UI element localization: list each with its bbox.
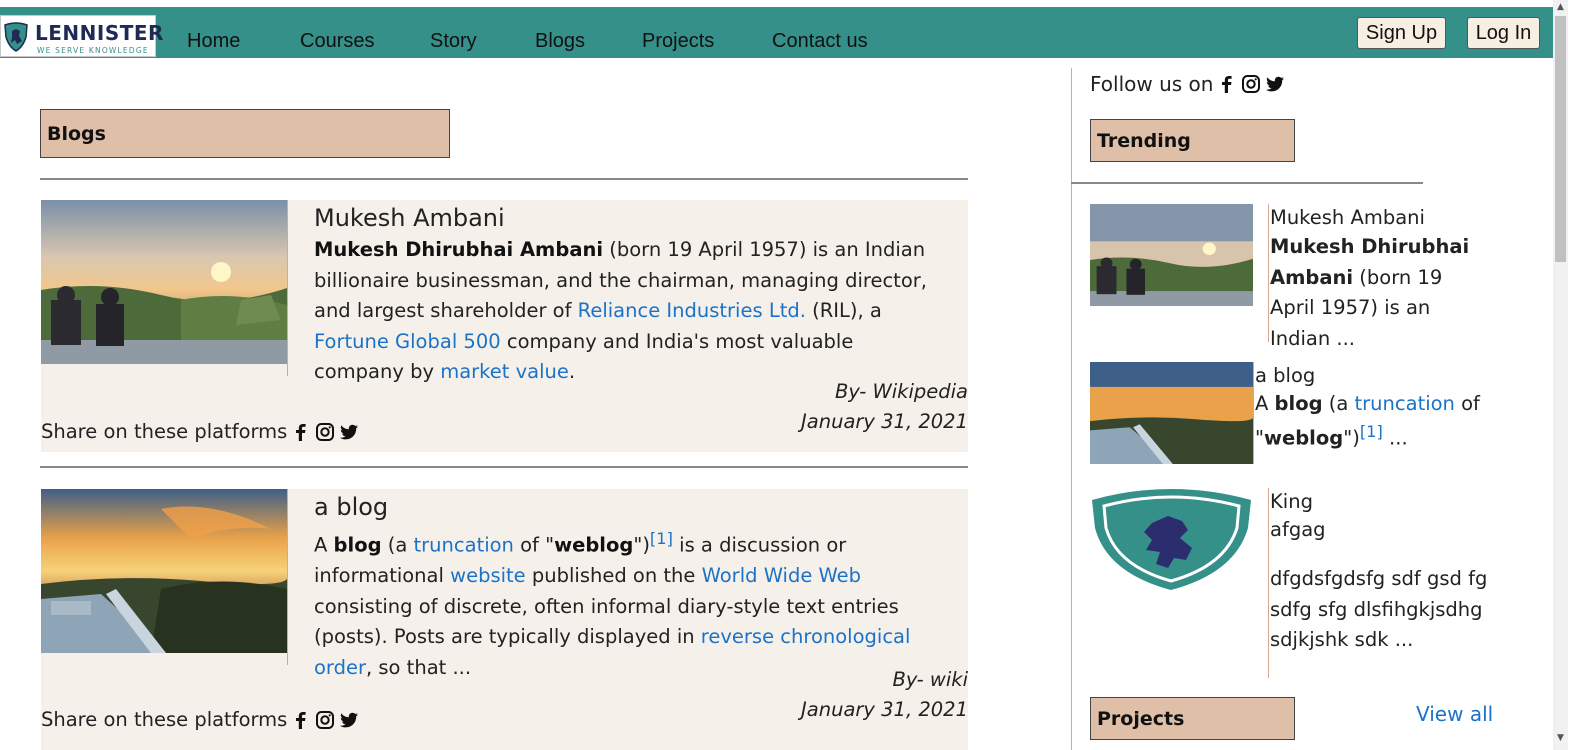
trending-text: ... xyxy=(1382,426,1408,450)
share-row: Share on these platforms xyxy=(41,420,359,443)
divider xyxy=(40,466,968,468)
trending-divider xyxy=(1268,488,1269,678)
nav-courses[interactable]: Courses xyxy=(300,30,374,53)
nav-blogs[interactable]: Blogs xyxy=(535,30,585,53)
facebook-icon[interactable] xyxy=(291,710,311,730)
blog-card: Mukesh Ambani Mukesh Dhirubhai Ambani (b… xyxy=(41,200,968,452)
blog-card: a blog A blog (a truncation of "weblog")… xyxy=(41,489,968,750)
blog-author: By- wiki xyxy=(892,668,968,691)
link-truncation[interactable]: truncation xyxy=(1355,392,1455,415)
log-in-button[interactable]: Log In xyxy=(1467,17,1540,49)
scroll-up-icon[interactable]: ▲ xyxy=(1553,0,1568,15)
trending-subtitle: afgag xyxy=(1270,518,1326,541)
instagram-icon[interactable] xyxy=(315,710,335,730)
sidebar-divider xyxy=(1071,182,1423,184)
facebook-icon[interactable] xyxy=(291,422,311,442)
trending-title[interactable]: King xyxy=(1270,488,1490,516)
trending-image[interactable] xyxy=(1090,362,1253,464)
nav-projects[interactable]: Projects xyxy=(642,30,714,53)
logo-text: LENNISTER xyxy=(35,21,164,45)
link-website[interactable]: website xyxy=(450,564,526,587)
share-row: Share on these platforms xyxy=(41,708,359,731)
blog-date: January 31, 2021 xyxy=(801,410,968,433)
excerpt-bold: weblog xyxy=(554,533,634,557)
link-market-value[interactable]: market value xyxy=(440,360,569,383)
share-label: Share on these platforms xyxy=(41,708,288,731)
excerpt-text: A xyxy=(314,533,334,557)
trending-text: ") xyxy=(1343,426,1360,450)
blog-title[interactable]: a blog xyxy=(314,493,388,521)
trending-title[interactable]: Mukesh Ambani xyxy=(1270,204,1490,232)
scroll-down-icon[interactable]: ▼ xyxy=(1553,731,1568,746)
sidebar-border xyxy=(1071,68,1072,750)
logo[interactable]: LENNISTER WE SERVE KNOWLEDGE xyxy=(0,15,163,57)
excerpt-text: published on the xyxy=(525,564,702,588)
link-truncation[interactable]: truncation xyxy=(414,534,514,557)
blog-title[interactable]: Mukesh Ambani xyxy=(314,204,505,232)
excerpt-text: , so that ... xyxy=(366,655,472,679)
blogs-heading: Blogs xyxy=(40,109,450,158)
trending-bold: blog xyxy=(1274,392,1323,415)
blog-image[interactable] xyxy=(41,200,287,364)
facebook-icon[interactable] xyxy=(1217,74,1237,94)
excerpt-bold: blog xyxy=(333,533,382,557)
shield-lion-icon xyxy=(1092,489,1251,590)
blog-excerpt: Mukesh Dhirubhai Ambani (born 19 April 1… xyxy=(314,235,939,388)
trending-text: A xyxy=(1255,392,1275,415)
trending-excerpt: Mukesh Dhirubhai Ambani (born 19 April 1… xyxy=(1270,232,1490,354)
divider xyxy=(40,178,968,180)
trending-heading: Trending xyxy=(1090,119,1295,162)
trending-image[interactable] xyxy=(1090,488,1253,592)
trending-text: dfgdsfgdsfg sdf gsd fg sdfg sfg dlsfihgk… xyxy=(1270,567,1488,652)
blog-excerpt: A blog (a truncation of "weblog")[1] is … xyxy=(314,524,939,683)
footnote-link[interactable]: [1] xyxy=(1360,422,1383,441)
trending-item[interactable]: King afgag dfgdsfgdsfg sdf gsd fg sdfg s… xyxy=(1270,488,1490,656)
twitter-icon[interactable] xyxy=(1265,74,1285,94)
excerpt-text: (RIL), a xyxy=(805,299,882,323)
blog-date: January 31, 2021 xyxy=(801,698,968,721)
sign-up-button[interactable]: Sign Up xyxy=(1357,17,1446,49)
follow-label: Follow us on xyxy=(1090,72,1214,96)
scrollbar-thumb[interactable] xyxy=(1555,16,1566,262)
share-label: Share on these platforms xyxy=(41,420,288,443)
follow-us-row: Follow us on xyxy=(1090,72,1285,96)
trending-image[interactable] xyxy=(1090,204,1253,306)
trending-bold: weblog xyxy=(1263,426,1344,450)
trending-excerpt: A blog (a truncation of "weblog")[1] ... xyxy=(1255,390,1495,453)
footnote-link[interactable]: [1] xyxy=(650,529,673,548)
excerpt-text: (a xyxy=(381,533,414,557)
link-fortune-global-500[interactable]: Fortune Global 500 xyxy=(314,330,501,353)
excerpt-text: ") xyxy=(633,533,650,557)
excerpt-text: . xyxy=(568,360,576,384)
excerpt-text: of " xyxy=(513,533,555,557)
nav-home[interactable]: Home xyxy=(187,30,240,53)
view-all-link[interactable]: View all xyxy=(1416,702,1493,726)
card-divider xyxy=(287,489,288,665)
blog-author: By- Wikipedia xyxy=(835,380,968,403)
card-divider xyxy=(287,200,288,376)
link-reliance[interactable]: Reliance Industries Ltd. xyxy=(578,299,806,322)
logo-tagline: WE SERVE KNOWLEDGE xyxy=(37,46,149,55)
logo-shield-icon xyxy=(4,22,28,52)
instagram-icon[interactable] xyxy=(315,422,335,442)
nav-story[interactable]: Story xyxy=(430,30,477,53)
trending-text: (a xyxy=(1322,392,1355,415)
nav-contact-us[interactable]: Contact us xyxy=(772,30,868,53)
excerpt-bold-name: Mukesh Dhirubhai Ambani xyxy=(314,238,604,261)
instagram-icon[interactable] xyxy=(1241,74,1261,94)
link-world-wide-web[interactable]: World Wide Web xyxy=(702,564,861,587)
trending-item[interactable]: Mukesh Ambani Mukesh Dhirubhai Ambani (b… xyxy=(1270,204,1490,354)
twitter-icon[interactable] xyxy=(339,422,359,442)
trending-item[interactable]: a blog A blog (a truncation of "weblog")… xyxy=(1255,362,1495,453)
blog-image[interactable] xyxy=(41,489,287,653)
trending-divider xyxy=(1253,362,1254,464)
projects-heading: Projects xyxy=(1090,697,1295,740)
top-strip xyxy=(0,0,1568,7)
twitter-icon[interactable] xyxy=(339,710,359,730)
trending-divider xyxy=(1268,204,1269,342)
trending-title[interactable]: a blog xyxy=(1255,362,1495,390)
